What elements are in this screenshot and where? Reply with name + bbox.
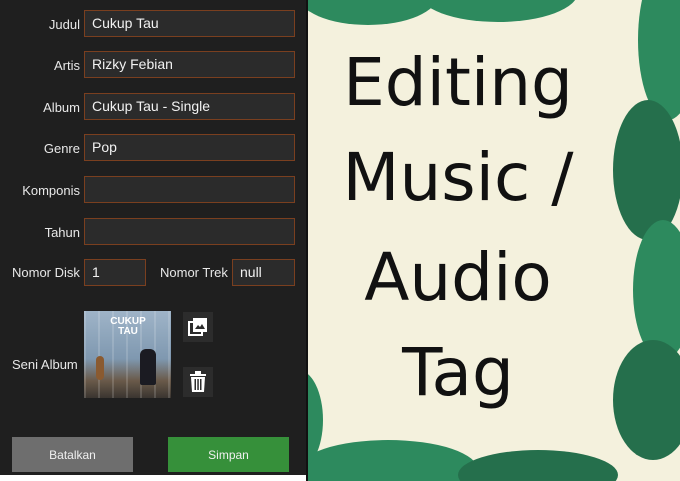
field-input-komponis[interactable] [84, 176, 295, 203]
banner-line-2: Music / [342, 139, 574, 216]
field-input-judul[interactable]: Cukup Tau [84, 10, 295, 37]
banner-line-3: Audio [364, 239, 552, 316]
field-label: Artis [54, 58, 80, 73]
disk-number-label: Nomor Disk [12, 265, 80, 280]
save-button[interactable]: Simpan [168, 437, 289, 472]
field-label: Tahun [44, 225, 80, 240]
field-label: Album [43, 100, 80, 115]
choose-image-button[interactable] [183, 312, 213, 342]
track-number-input[interactable]: null [232, 259, 295, 286]
album-art-image: CUKUP TAU [84, 311, 171, 398]
cancel-button[interactable]: Batalkan [12, 437, 133, 472]
banner-line-4: Tag [402, 334, 514, 411]
banner: Editing Music / Audio Tag [306, 0, 680, 481]
image-library-icon [188, 318, 207, 336]
tag-editor-panel: Judul Cukup Tau Artis Rizky Febian Album Cuku… [0, 0, 306, 475]
field-label: Judul [48, 17, 80, 32]
album-art-label: Seni Album [12, 357, 78, 372]
album-cover-text: CUKUP TAU [110, 316, 146, 337]
disk-number-input[interactable]: 1 [84, 259, 146, 286]
banner-line-1: Editing [343, 44, 573, 121]
trash-icon [190, 371, 206, 392]
field-input-album[interactable]: Cukup Tau - Single [84, 93, 295, 120]
track-number-label: Nomor Trek [160, 265, 228, 280]
delete-image-button[interactable] [183, 367, 213, 397]
field-input-tahun[interactable] [84, 218, 295, 245]
field-input-genre[interactable]: Pop [84, 134, 295, 161]
field-input-artis[interactable]: Rizky Febian [84, 51, 295, 78]
field-label: Genre [43, 141, 80, 156]
field-label: Komponis [22, 183, 80, 198]
